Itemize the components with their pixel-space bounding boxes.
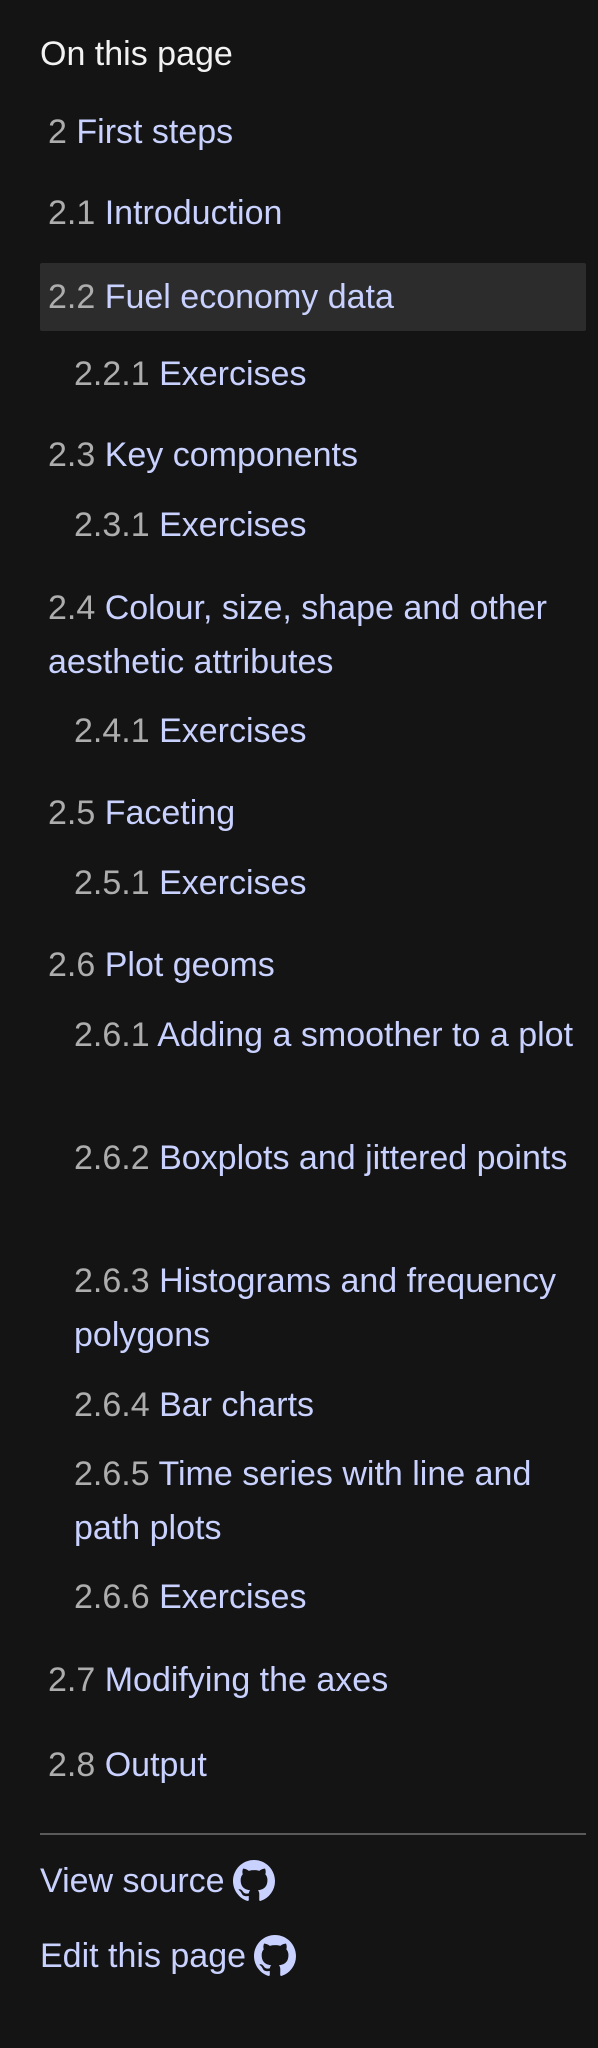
toc-item-label: Exercises <box>159 355 307 393</box>
toc-item-label: Exercises <box>159 864 307 902</box>
toc-divider <box>40 1833 586 1835</box>
toc-item-2-6-1[interactable]: 2.6.1 Adding a smoother to a plot <box>40 1008 586 1062</box>
toc-item-label: Output <box>104 1746 207 1784</box>
toc-item-label: Exercises <box>159 506 307 544</box>
toc-item-number: 2.8 <box>48 1746 96 1784</box>
view-source-label: View source <box>40 1862 225 1900</box>
toc-item-number: 2.4.1 <box>74 712 150 750</box>
toc-item-number: 2.6.6 <box>74 1578 150 1616</box>
toc-item-label: Colour, size, shape and other aesthetic … <box>48 589 548 681</box>
toc-item-number: 2.3 <box>48 436 96 474</box>
github-icon <box>254 1935 297 1976</box>
toc-item-2-4-1[interactable]: 2.4.1 Exercises <box>40 704 586 758</box>
toc-item-number: 2.3.1 <box>74 506 150 544</box>
toc-item-2[interactable]: 2 First steps <box>40 105 586 159</box>
toc-item-number: 2.6.5 <box>74 1455 150 1493</box>
toc-item-2-3-1[interactable]: 2.3.1 Exercises <box>40 498 586 552</box>
toc-item-label: Bar charts <box>159 1386 315 1424</box>
toc-item-2-8[interactable]: 2.8 Output <box>40 1738 586 1792</box>
toc-item-number: 2.6.1 <box>74 1016 150 1054</box>
github-icon <box>232 1860 275 1901</box>
view-source-link[interactable]: View source <box>40 1857 275 1905</box>
toc-item-label: Fuel economy data <box>104 278 394 316</box>
toc-item-number: 2.5 <box>48 794 96 832</box>
toc-item-label: Plot geoms <box>104 946 275 984</box>
toc-item-2-2-1[interactable]: 2.2.1 Exercises <box>40 347 586 401</box>
toc-heading: On this page <box>40 35 233 73</box>
toc-item-2-2[interactable]: 2.2 Fuel economy data <box>40 263 586 331</box>
toc-item-label: Adding a smoother to a plot <box>157 1016 574 1054</box>
toc-item-number: 2.7 <box>48 1661 96 1699</box>
toc-item-2-6-3[interactable]: 2.6.3 Histograms and frequency polygons <box>40 1254 586 1362</box>
toc-item-number: 2.4 <box>48 589 96 627</box>
toc-item-label: First steps <box>76 113 234 151</box>
toc-item-number: 2.6 <box>48 946 96 984</box>
toc-item-label: Exercises <box>159 1578 307 1616</box>
toc-item-2-7[interactable]: 2.7 Modifying the axes <box>40 1653 586 1707</box>
toc-item-label: Introduction <box>104 194 283 232</box>
toc-item-number: 2.5.1 <box>74 864 150 902</box>
toc-item-label: Exercises <box>159 712 307 750</box>
toc-item-2-3[interactable]: 2.3 Key components <box>40 428 586 482</box>
toc-item-2-5[interactable]: 2.5 Faceting <box>40 786 586 840</box>
toc-item-2-5-1[interactable]: 2.5.1 Exercises <box>40 856 586 910</box>
toc-item-2-6-4[interactable]: 2.6.4 Bar charts <box>40 1378 586 1432</box>
toc-item-number: 2.2.1 <box>74 355 150 393</box>
toc-item-number: 2.6.2 <box>74 1139 150 1177</box>
toc-item-number: 2.6.4 <box>74 1386 150 1424</box>
toc-item-number: 2.2 <box>48 278 96 316</box>
edit-page-label: Edit this page <box>40 1937 247 1975</box>
toc-item-label: Boxplots and jittered points <box>159 1139 568 1177</box>
toc-item-2-4[interactable]: 2.4 Colour, size, shape and other aesthe… <box>40 581 586 689</box>
toc-item-label: Key components <box>104 436 358 474</box>
toc-item-2-6-2[interactable]: 2.6.2 Boxplots and jittered points <box>40 1131 586 1185</box>
toc-item-label: Faceting <box>104 794 236 832</box>
toc-item-2-6[interactable]: 2.6 Plot geoms <box>40 938 586 992</box>
toc-item-number: 2.6.3 <box>74 1262 150 1300</box>
toc-item-number: 2 <box>48 113 67 151</box>
toc-item-label: Modifying the axes <box>104 1661 389 1699</box>
toc-item-2-6-5[interactable]: 2.6.5 Time series with line and path plo… <box>40 1447 586 1555</box>
toc-item-2-6-6[interactable]: 2.6.6 Exercises <box>40 1570 586 1624</box>
edit-page-link[interactable]: Edit this page <box>40 1932 297 1980</box>
toc-item-2-1[interactable]: 2.1 Introduction <box>40 186 586 240</box>
toc-item-number: 2.1 <box>48 194 96 232</box>
